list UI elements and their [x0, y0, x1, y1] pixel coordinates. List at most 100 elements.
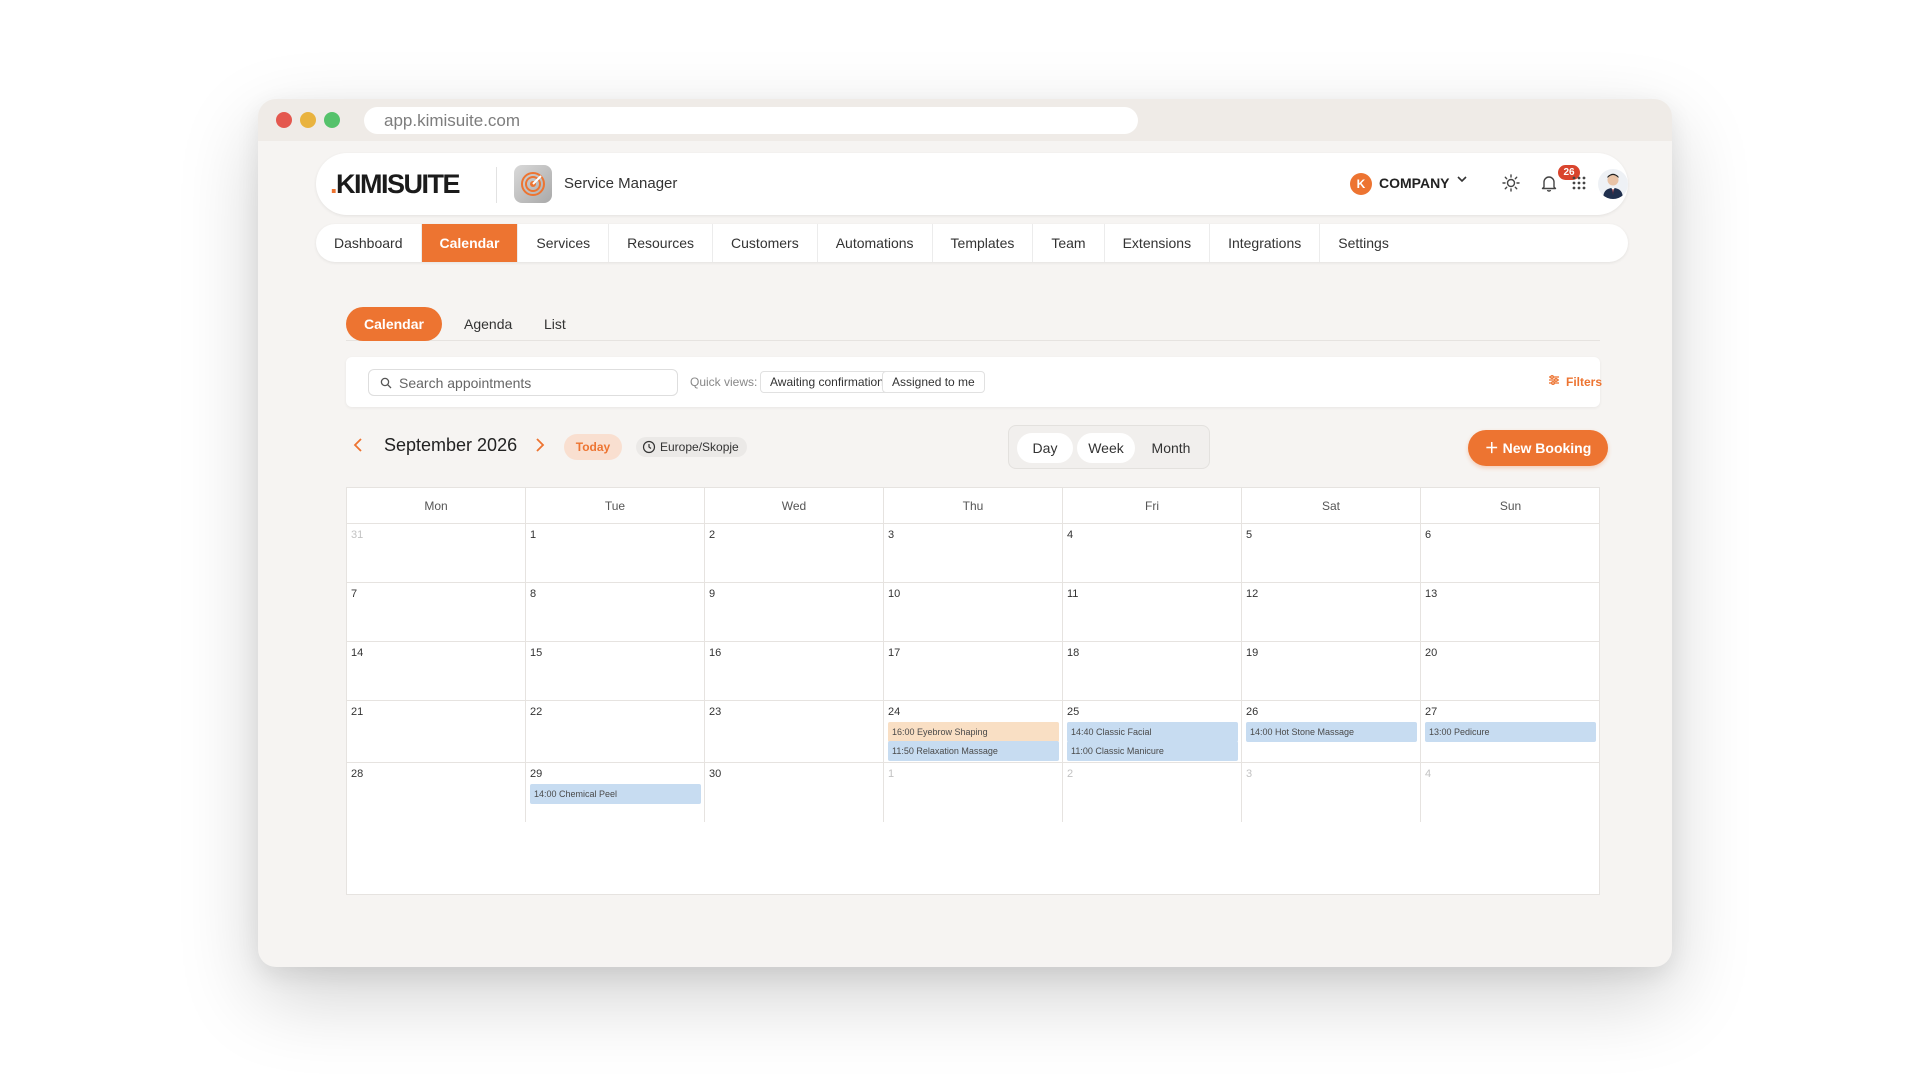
day-cell[interactable]: 30 — [705, 763, 884, 822]
day-number: 23 — [709, 706, 722, 718]
day-cell[interactable]: 6 — [1421, 524, 1600, 583]
day-number: 18 — [1067, 647, 1080, 659]
day-number: 1 — [530, 529, 537, 541]
filters-button[interactable]: Filters — [1548, 374, 1602, 389]
day-cell[interactable]: 28 — [347, 763, 526, 822]
day-cell[interactable]: 20 — [1421, 642, 1600, 701]
day-cell[interactable]: 29 14:00 Chemical Peel — [526, 763, 705, 822]
nav-item-extensions[interactable]: Extensions — [1105, 224, 1211, 262]
day-number: 1 — [888, 768, 895, 780]
header-divider — [496, 167, 497, 203]
quick-view-assigned-to-me[interactable]: Assigned to me — [882, 371, 985, 393]
timezone-selector[interactable]: Europe/Skopje — [636, 437, 747, 457]
day-cell[interactable]: 5 — [1242, 524, 1421, 583]
maximize-window-button[interactable] — [324, 112, 340, 128]
nav-item-automations[interactable]: Automations — [818, 224, 933, 262]
day-cell[interactable]: 23 — [705, 701, 884, 763]
day-number: 17 — [888, 647, 901, 659]
day-cell[interactable]: 13 — [1421, 583, 1600, 642]
appointment-event[interactable]: 11:50 Relaxation Massage — [888, 741, 1059, 761]
company-switcher[interactable]: COMPANY — [1379, 175, 1450, 191]
nav-item-services[interactable]: Services — [518, 224, 610, 262]
apps-grid-icon[interactable] — [1568, 172, 1590, 194]
nav-item-resources[interactable]: Resources — [609, 224, 714, 262]
day-number: 30 — [709, 768, 722, 780]
appointment-event[interactable]: 16:00 Eyebrow Shaping — [888, 722, 1059, 742]
quick-view-awaiting-confirmation[interactable]: Awaiting confirmation — [760, 371, 894, 393]
nav-item-templates[interactable]: Templates — [933, 224, 1034, 262]
view-day-button[interactable]: Day — [1017, 433, 1073, 463]
day-cell[interactable]: 18 — [1063, 642, 1242, 701]
nav-item-calendar[interactable]: Calendar — [421, 224, 519, 262]
nav-item-customers[interactable]: Customers — [713, 224, 818, 262]
address-bar[interactable]: app.kimisuite.com — [364, 107, 1138, 134]
day-cell[interactable]: 17 — [884, 642, 1063, 701]
close-window-button[interactable] — [276, 112, 292, 128]
day-cell[interactable]: 8 — [526, 583, 705, 642]
day-cell[interactable]: 14 — [347, 642, 526, 701]
day-cell[interactable]: 3 — [1242, 763, 1421, 822]
day-cell[interactable]: 9 — [705, 583, 884, 642]
day-cell[interactable]: 2 — [705, 524, 884, 583]
day-cell[interactable]: 21 — [347, 701, 526, 763]
weekday-sat: Sat — [1242, 488, 1421, 524]
day-cell[interactable]: 4 — [1421, 763, 1600, 822]
day-number: 22 — [530, 706, 543, 718]
sun-icon[interactable] — [1500, 172, 1522, 194]
bell-icon[interactable] — [1538, 172, 1560, 194]
kimisuite-logo[interactable]: .KIMISUITE — [330, 169, 461, 200]
timezone-label: Europe/Skopje — [660, 440, 739, 454]
subtab-agenda[interactable]: Agenda — [464, 307, 512, 341]
chevron-left-icon[interactable] — [352, 435, 364, 459]
app-name: Service Manager — [564, 175, 678, 192]
nav-item-integrations[interactable]: Integrations — [1210, 224, 1321, 262]
appointment-event[interactable]: 11:00 Classic Manicure — [1067, 741, 1238, 761]
new-booking-button[interactable]: ＋ New Booking — [1468, 430, 1608, 466]
subtab-list[interactable]: List — [544, 307, 566, 341]
subtab-calendar[interactable]: Calendar — [346, 307, 442, 341]
day-cell[interactable]: 10 — [884, 583, 1063, 642]
day-number: 15 — [530, 647, 543, 659]
weekday-mon: Mon — [347, 488, 526, 524]
day-number: 6 — [1425, 529, 1432, 541]
chevron-down-icon[interactable] — [1456, 173, 1468, 188]
appointment-event[interactable]: 14:40 Classic Facial — [1067, 722, 1238, 742]
appointment-event[interactable]: 14:00 Chemical Peel — [530, 784, 701, 804]
service-manager-icon[interactable] — [514, 165, 552, 203]
chevron-right-icon[interactable] — [534, 435, 546, 459]
nav-item-team[interactable]: Team — [1033, 224, 1105, 262]
day-cell[interactable]: 15 — [526, 642, 705, 701]
day-number: 2 — [1067, 768, 1074, 780]
day-cell[interactable]: 24 16:00 Eyebrow Shaping 11:50 Relaxation … — [884, 701, 1063, 763]
user-avatar[interactable] — [1598, 169, 1628, 199]
clock-icon — [642, 440, 656, 454]
day-cell[interactable]: 7 — [347, 583, 526, 642]
minimize-window-button[interactable] — [300, 112, 316, 128]
view-month-button[interactable]: Month — [1139, 433, 1203, 463]
day-cell[interactable]: 22 — [526, 701, 705, 763]
day-cell[interactable]: 4 — [1063, 524, 1242, 583]
day-cell[interactable]: 16 — [705, 642, 884, 701]
day-cell[interactable]: 11 — [1063, 583, 1242, 642]
day-cell[interactable]: 26 14:00 Hot Stone Massage — [1242, 701, 1421, 763]
nav-item-settings[interactable]: Settings — [1320, 224, 1407, 262]
today-button[interactable]: Today — [564, 434, 622, 460]
day-number: 9 — [709, 588, 716, 600]
day-number: 2 — [709, 529, 716, 541]
day-cell[interactable]: 25 14:40 Classic Facial 11:00 Classic Mani… — [1063, 701, 1242, 763]
appointment-event[interactable]: 14:00 Hot Stone Massage — [1246, 722, 1417, 742]
day-cell[interactable]: 27 13:00 Pedicure — [1421, 701, 1600, 763]
search-input[interactable] — [368, 369, 678, 396]
appointment-event[interactable]: 13:00 Pedicure — [1425, 722, 1596, 742]
day-cell[interactable]: 31 — [347, 524, 526, 583]
nav-item-dashboard[interactable]: Dashboard — [316, 224, 422, 262]
day-cell[interactable]: 3 — [884, 524, 1063, 583]
day-cell[interactable]: 1 — [884, 763, 1063, 822]
day-number: 31 — [351, 529, 364, 541]
day-cell[interactable]: 12 — [1242, 583, 1421, 642]
day-cell[interactable]: 1 — [526, 524, 705, 583]
view-week-button[interactable]: Week — [1077, 433, 1135, 463]
day-cell[interactable]: 2 — [1063, 763, 1242, 822]
day-cell[interactable]: 19 — [1242, 642, 1421, 701]
company-avatar[interactable]: K — [1350, 173, 1372, 195]
